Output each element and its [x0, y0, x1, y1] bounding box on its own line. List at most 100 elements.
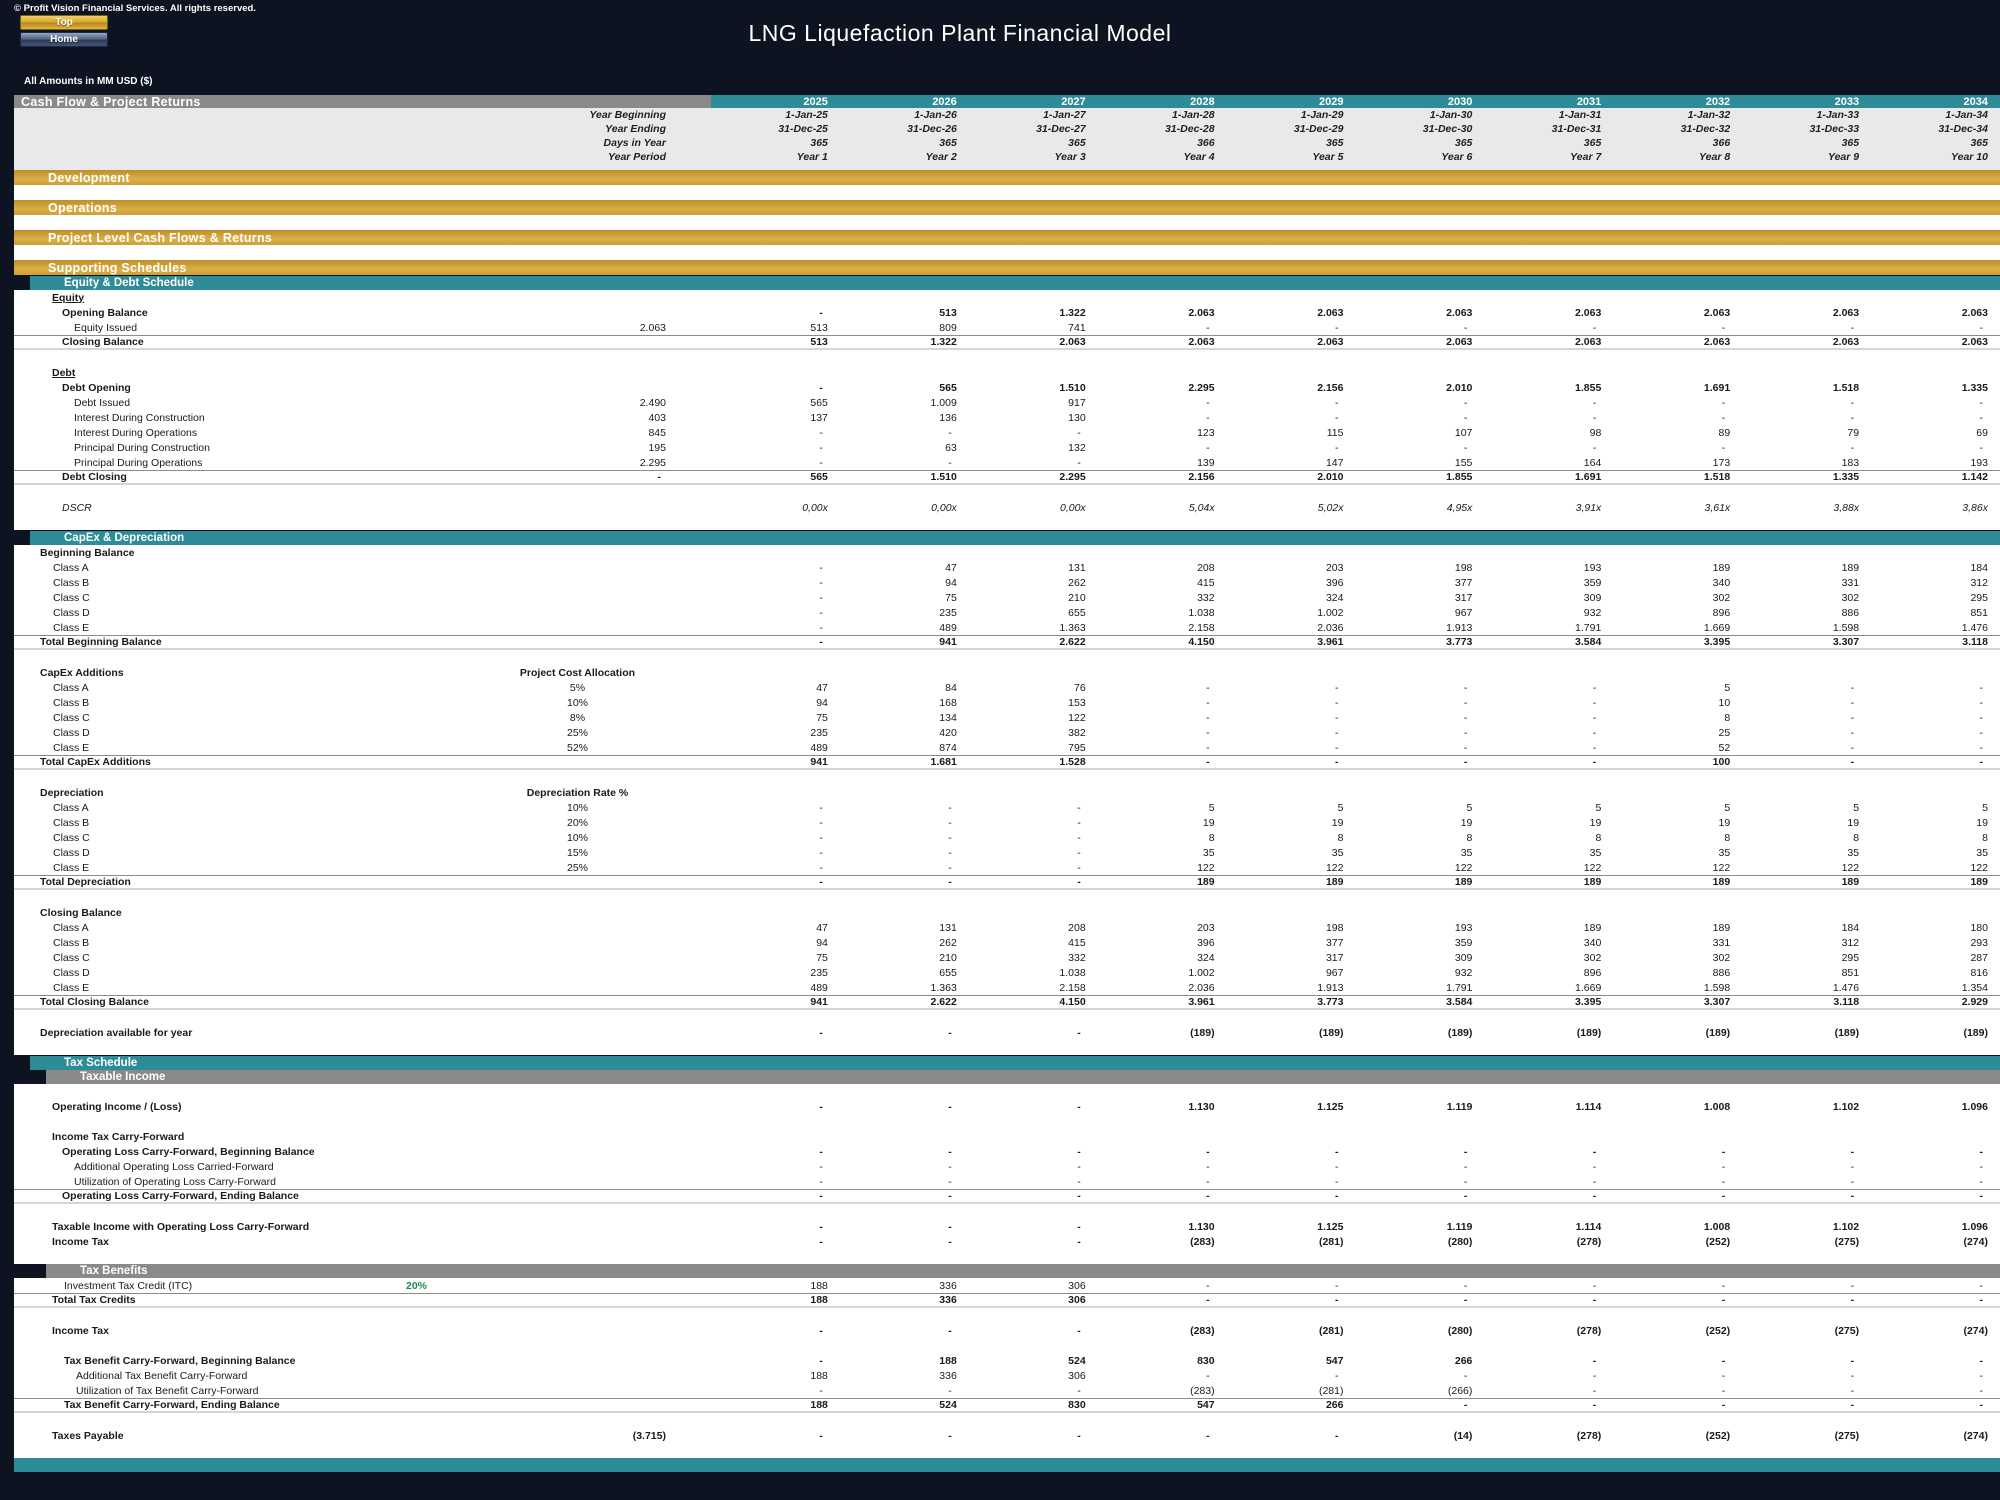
- value-cell[interactable]: 795: [969, 742, 1098, 754]
- row-label-cell[interactable]: Class D: [14, 607, 404, 619]
- value-cell[interactable]: -: [1227, 322, 1356, 334]
- value-cell[interactable]: -: [840, 832, 969, 844]
- value-cell[interactable]: 2.063: [1227, 336, 1356, 348]
- value-cell[interactable]: Year 3: [969, 151, 1098, 163]
- value-cell[interactable]: -: [711, 862, 840, 874]
- value-cell[interactable]: 1.322: [840, 336, 969, 348]
- value-cell[interactable]: 75: [711, 952, 840, 964]
- value-cell[interactable]: 173: [1613, 457, 1742, 469]
- value-cell[interactable]: 75: [711, 712, 840, 724]
- row-label-cell[interactable]: Utilization of Tax Benefit Carry-Forward: [14, 1385, 404, 1397]
- value-cell[interactable]: 295: [1871, 592, 2000, 604]
- value-cell[interactable]: 365: [1484, 137, 1613, 149]
- row-label-cell[interactable]: Debt Issued: [14, 397, 404, 409]
- value-cell[interactable]: 816: [1871, 967, 2000, 979]
- value-cell[interactable]: -: [840, 457, 969, 469]
- value-cell[interactable]: 415: [969, 937, 1098, 949]
- value-cell[interactable]: 188: [711, 1294, 840, 1306]
- value-cell[interactable]: 31-Dec-28: [1098, 123, 1227, 135]
- value-cell[interactable]: -: [840, 1101, 969, 1113]
- value-cell[interactable]: 3.395: [1613, 636, 1742, 648]
- value-cell[interactable]: (274): [1871, 1236, 2000, 1248]
- value-cell[interactable]: -: [1742, 412, 1871, 424]
- value-cell[interactable]: Year 10: [1871, 151, 2000, 163]
- value-cell[interactable]: -: [1355, 1399, 1484, 1411]
- value-cell[interactable]: Year 9: [1742, 151, 1871, 163]
- value-cell[interactable]: 1.669: [1484, 982, 1613, 994]
- value-cell[interactable]: -: [1227, 727, 1356, 739]
- value-cell[interactable]: -: [1227, 1146, 1356, 1158]
- value-cell[interactable]: 524: [969, 1355, 1098, 1367]
- value-cell[interactable]: 8: [1484, 832, 1613, 844]
- value-cell[interactable]: 8: [1613, 832, 1742, 844]
- assumption-cell[interactable]: 2.490: [404, 397, 711, 409]
- row-label-cell[interactable]: Income Tax Carry-Forward: [14, 1131, 404, 1143]
- value-cell[interactable]: 189: [1098, 876, 1227, 888]
- value-cell[interactable]: 4,95x: [1355, 502, 1484, 514]
- value-cell[interactable]: 132: [969, 442, 1098, 454]
- value-cell[interactable]: 917: [969, 397, 1098, 409]
- row-label-cell[interactable]: Class C: [14, 712, 404, 724]
- section-bar-project-level-cash-flows-returns[interactable]: Project Level Cash Flows & Returns: [14, 230, 2000, 245]
- row-label-cell[interactable]: Depreciation available for year: [14, 1027, 404, 1039]
- value-cell[interactable]: 336: [840, 1370, 969, 1382]
- value-cell[interactable]: -: [1098, 1176, 1227, 1188]
- value-cell[interactable]: -: [1098, 1294, 1227, 1306]
- value-cell[interactable]: 359: [1484, 577, 1613, 589]
- value-cell[interactable]: Year 8: [1613, 151, 1742, 163]
- value-cell[interactable]: -: [1742, 1294, 1871, 1306]
- value-cell[interactable]: 2.063: [1484, 307, 1613, 319]
- value-cell[interactable]: -: [711, 817, 840, 829]
- value-cell[interactable]: -: [1355, 1280, 1484, 1292]
- value-cell[interactable]: 3.773: [1227, 996, 1356, 1008]
- value-cell[interactable]: 312: [1871, 577, 2000, 589]
- value-cell[interactable]: -: [969, 1325, 1098, 1337]
- value-cell[interactable]: 2.010: [1227, 471, 1356, 483]
- value-cell[interactable]: 35: [1871, 847, 2000, 859]
- value-cell[interactable]: -: [711, 307, 840, 319]
- value-cell[interactable]: 2.063: [1227, 307, 1356, 319]
- value-cell[interactable]: -: [1742, 322, 1871, 334]
- value-cell[interactable]: 0,00x: [711, 502, 840, 514]
- value-cell[interactable]: 31-Dec-25: [711, 123, 840, 135]
- value-cell[interactable]: 262: [840, 937, 969, 949]
- value-cell[interactable]: 168: [840, 697, 969, 709]
- value-cell[interactable]: 31-Dec-32: [1613, 123, 1742, 135]
- value-cell[interactable]: -: [1742, 1355, 1871, 1367]
- value-cell[interactable]: 1.791: [1355, 982, 1484, 994]
- value-cell[interactable]: Year 4: [1098, 151, 1227, 163]
- value-cell[interactable]: 302: [1613, 592, 1742, 604]
- value-cell[interactable]: 1-Jan-33: [1742, 109, 1871, 121]
- value-cell[interactable]: 295: [1742, 952, 1871, 964]
- value-cell[interactable]: -: [711, 1161, 840, 1173]
- value-cell[interactable]: 547: [1227, 1355, 1356, 1367]
- value-cell[interactable]: 210: [840, 952, 969, 964]
- value-cell[interactable]: 122: [1871, 862, 2000, 874]
- value-cell[interactable]: -: [1742, 1385, 1871, 1397]
- value-cell[interactable]: -: [969, 1385, 1098, 1397]
- value-cell[interactable]: 31-Dec-31: [1484, 123, 1613, 135]
- value-cell[interactable]: 35: [1355, 847, 1484, 859]
- value-cell[interactable]: -: [840, 1236, 969, 1248]
- row-label-cell[interactable]: Principal During Operations: [14, 457, 404, 469]
- value-cell[interactable]: -: [1098, 397, 1227, 409]
- itc-rate-cell[interactable]: 20%: [404, 1280, 711, 1292]
- value-cell[interactable]: 2.295: [1098, 382, 1227, 394]
- value-cell[interactable]: 31-Dec-33: [1742, 123, 1871, 135]
- value-cell[interactable]: -: [1484, 742, 1613, 754]
- row-label-cell[interactable]: Class A: [14, 562, 404, 574]
- value-cell[interactable]: -: [1227, 712, 1356, 724]
- value-cell[interactable]: (266): [1355, 1385, 1484, 1397]
- value-cell[interactable]: 896: [1613, 607, 1742, 619]
- value-cell[interactable]: -: [969, 876, 1098, 888]
- value-cell[interactable]: -: [1742, 742, 1871, 754]
- value-cell[interactable]: -: [1613, 1370, 1742, 1382]
- value-cell[interactable]: -: [1098, 742, 1227, 754]
- value-cell[interactable]: (189): [1613, 1027, 1742, 1039]
- value-cell[interactable]: 365: [1227, 137, 1356, 149]
- value-cell[interactable]: -: [1871, 1355, 2000, 1367]
- assumption-cell[interactable]: 195: [404, 442, 711, 454]
- value-cell[interactable]: 98: [1484, 427, 1613, 439]
- value-cell[interactable]: 396: [1098, 937, 1227, 949]
- value-cell[interactable]: 340: [1613, 577, 1742, 589]
